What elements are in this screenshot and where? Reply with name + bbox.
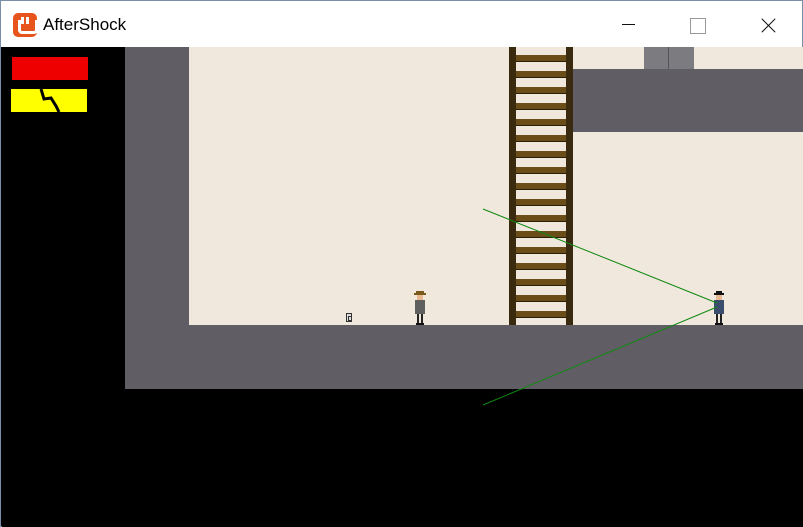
ladder-rung — [516, 311, 566, 317]
ladder-rung — [516, 119, 566, 125]
floor — [125, 325, 803, 389]
player-sprite — [414, 291, 426, 325]
ladder-rung — [516, 135, 566, 141]
app-window: AfterShock — [0, 0, 803, 527]
ladder-rung — [516, 215, 566, 221]
ladder-rung — [516, 151, 566, 157]
window-title: AfterShock — [43, 15, 127, 34]
ladder-rung-shadow — [516, 205, 566, 206]
ceiling-block — [644, 47, 694, 69]
guard-sprite — [714, 291, 724, 325]
ladder-rung — [516, 247, 566, 253]
shock-bar — [11, 89, 87, 112]
ladder-rung-shadow — [516, 157, 566, 158]
ladder-rung-shadow — [516, 173, 566, 174]
lightning-bolt-icon — [39, 89, 61, 112]
ladder-rung-shadow — [516, 285, 566, 286]
maximize-button[interactable] — [674, 1, 720, 47]
ladder-rung-shadow — [516, 189, 566, 190]
ladder-rung — [516, 263, 566, 269]
ladder-rung-shadow — [516, 237, 566, 238]
ladder-rail-left — [509, 47, 516, 325]
ladder-rung-shadow — [516, 125, 566, 126]
ladder-rung-shadow — [516, 61, 566, 62]
monogame-icon — [13, 13, 38, 37]
ladder-rung — [516, 55, 566, 61]
ladder-rung — [516, 279, 566, 285]
ladder-rung — [516, 199, 566, 205]
ladder-rung-shadow — [516, 301, 566, 302]
health-bar — [12, 57, 88, 80]
ladder-rung-shadow — [516, 141, 566, 142]
ladder-rung — [516, 231, 566, 237]
ladder-rung — [516, 103, 566, 109]
ladder-rung-shadow — [516, 77, 566, 78]
ladder-rung-shadow — [516, 253, 566, 254]
ladder-rung-shadow — [516, 93, 566, 94]
ladder-rung — [516, 167, 566, 173]
ladder-rung — [516, 71, 566, 77]
close-button[interactable] — [746, 1, 792, 47]
ladder-rung-shadow — [516, 317, 566, 318]
upper-ledge — [573, 69, 803, 132]
ladder-rung — [516, 87, 566, 93]
game-viewport[interactable] — [2, 47, 803, 527]
ladder[interactable] — [509, 47, 573, 325]
ladder-rung-shadow — [516, 109, 566, 110]
ceiling-block-divider — [668, 47, 669, 69]
ladder-rail-right — [566, 47, 573, 325]
ladder-rung — [516, 295, 566, 301]
ladder-rung — [516, 183, 566, 189]
title-bar[interactable]: AfterShock — [1, 1, 802, 47]
ladder-rung-shadow — [516, 221, 566, 222]
minimize-button[interactable] — [605, 1, 651, 47]
ladder-rung-shadow — [516, 269, 566, 270]
keycard-icon[interactable] — [346, 313, 352, 322]
